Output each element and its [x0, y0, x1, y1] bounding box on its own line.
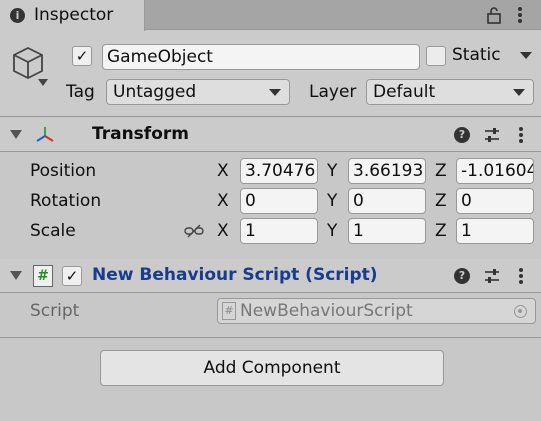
tab-inspector[interactable]: i Inspector [0, 0, 145, 31]
tag-label: Tag [66, 82, 95, 102]
rotation-x-field[interactable]: 0 [240, 188, 318, 214]
axis-z-label[interactable]: Z [435, 191, 447, 211]
position-label: Position [30, 161, 97, 181]
position-x-field[interactable]: 3.70476 [240, 158, 318, 184]
csharp-script-icon: # [33, 265, 53, 287]
axis-x-label[interactable]: X [217, 191, 229, 211]
component-title: New Behaviour Script (Script) [92, 265, 378, 285]
position-y-field[interactable]: 3.66193 [348, 158, 426, 184]
icon-dropdown-icon[interactable] [38, 79, 48, 87]
csharp-script-icon: # [222, 302, 236, 320]
axis-y-label[interactable]: Y [327, 191, 337, 211]
component-menu-icon[interactable] [519, 268, 523, 286]
script-component-header[interactable]: # ✓ New Behaviour Script (Script) ? [0, 259, 541, 293]
help-icon[interactable]: ? [454, 268, 470, 284]
transform-body: Position X 3.70476 Y 3.66193 Z -1.01604 … [0, 153, 541, 260]
chevron-down-icon [269, 89, 281, 96]
tag-dropdown[interactable]: Untagged [106, 79, 290, 105]
lock-icon[interactable] [485, 6, 503, 24]
script-label: Script [30, 301, 80, 321]
tab-menu-icon[interactable] [518, 7, 522, 25]
foldout-icon[interactable] [10, 271, 22, 280]
info-icon: i [10, 8, 25, 23]
component-menu-icon[interactable] [519, 127, 523, 145]
axis-y-label[interactable]: Y [327, 221, 337, 241]
script-field[interactable]: # NewBehaviourScript [217, 298, 536, 324]
component-title: Transform [92, 124, 189, 144]
gameobject-header: ✓ GameObject Static Tag Untagged Layer D… [0, 31, 541, 117]
active-checkbox[interactable]: ✓ [72, 46, 92, 66]
layer-value: Default [373, 82, 436, 102]
foldout-icon[interactable] [10, 130, 22, 139]
layer-label: Layer [309, 82, 357, 102]
add-component-button[interactable]: Add Component [100, 350, 444, 386]
layer-dropdown[interactable]: Default [366, 79, 534, 105]
axis-x-label[interactable]: X [217, 221, 229, 241]
presets-icon[interactable] [483, 126, 501, 144]
transform-icon [36, 127, 54, 142]
gameobject-icon[interactable] [10, 45, 46, 83]
unlink-icon[interactable] [184, 223, 204, 239]
axis-z-label[interactable]: Z [435, 221, 447, 241]
axis-x-label[interactable]: X [217, 161, 229, 181]
static-dropdown-icon[interactable] [520, 52, 532, 60]
axis-z-label[interactable]: Z [435, 161, 447, 181]
scale-y-field[interactable]: 1 [348, 218, 426, 244]
tab-label: Inspector [34, 5, 114, 25]
axis-y-label[interactable]: Y [327, 161, 337, 181]
rotation-y-field[interactable]: 0 [348, 188, 426, 214]
static-checkbox[interactable] [426, 46, 446, 66]
tag-value: Untagged [113, 82, 197, 102]
script-value: NewBehaviourScript [240, 301, 413, 321]
object-picker-icon[interactable] [514, 305, 527, 318]
rotation-label: Rotation [30, 191, 102, 211]
transform-header[interactable]: Transform ? [0, 118, 541, 152]
scale-x-field[interactable]: 1 [240, 218, 318, 244]
static-label: Static [452, 45, 501, 65]
scale-z-field[interactable]: 1 [456, 218, 534, 244]
presets-icon[interactable] [483, 267, 501, 285]
scale-label: Scale [30, 221, 76, 241]
name-field[interactable]: GameObject [102, 44, 420, 70]
rotation-z-field[interactable]: 0 [456, 188, 534, 214]
script-component-body: Script # NewBehaviourScript [0, 294, 541, 338]
chevron-down-icon [513, 89, 525, 96]
help-icon[interactable]: ? [454, 127, 470, 143]
position-z-field[interactable]: -1.01604 [456, 158, 534, 184]
component-enabled-checkbox[interactable]: ✓ [62, 266, 82, 286]
